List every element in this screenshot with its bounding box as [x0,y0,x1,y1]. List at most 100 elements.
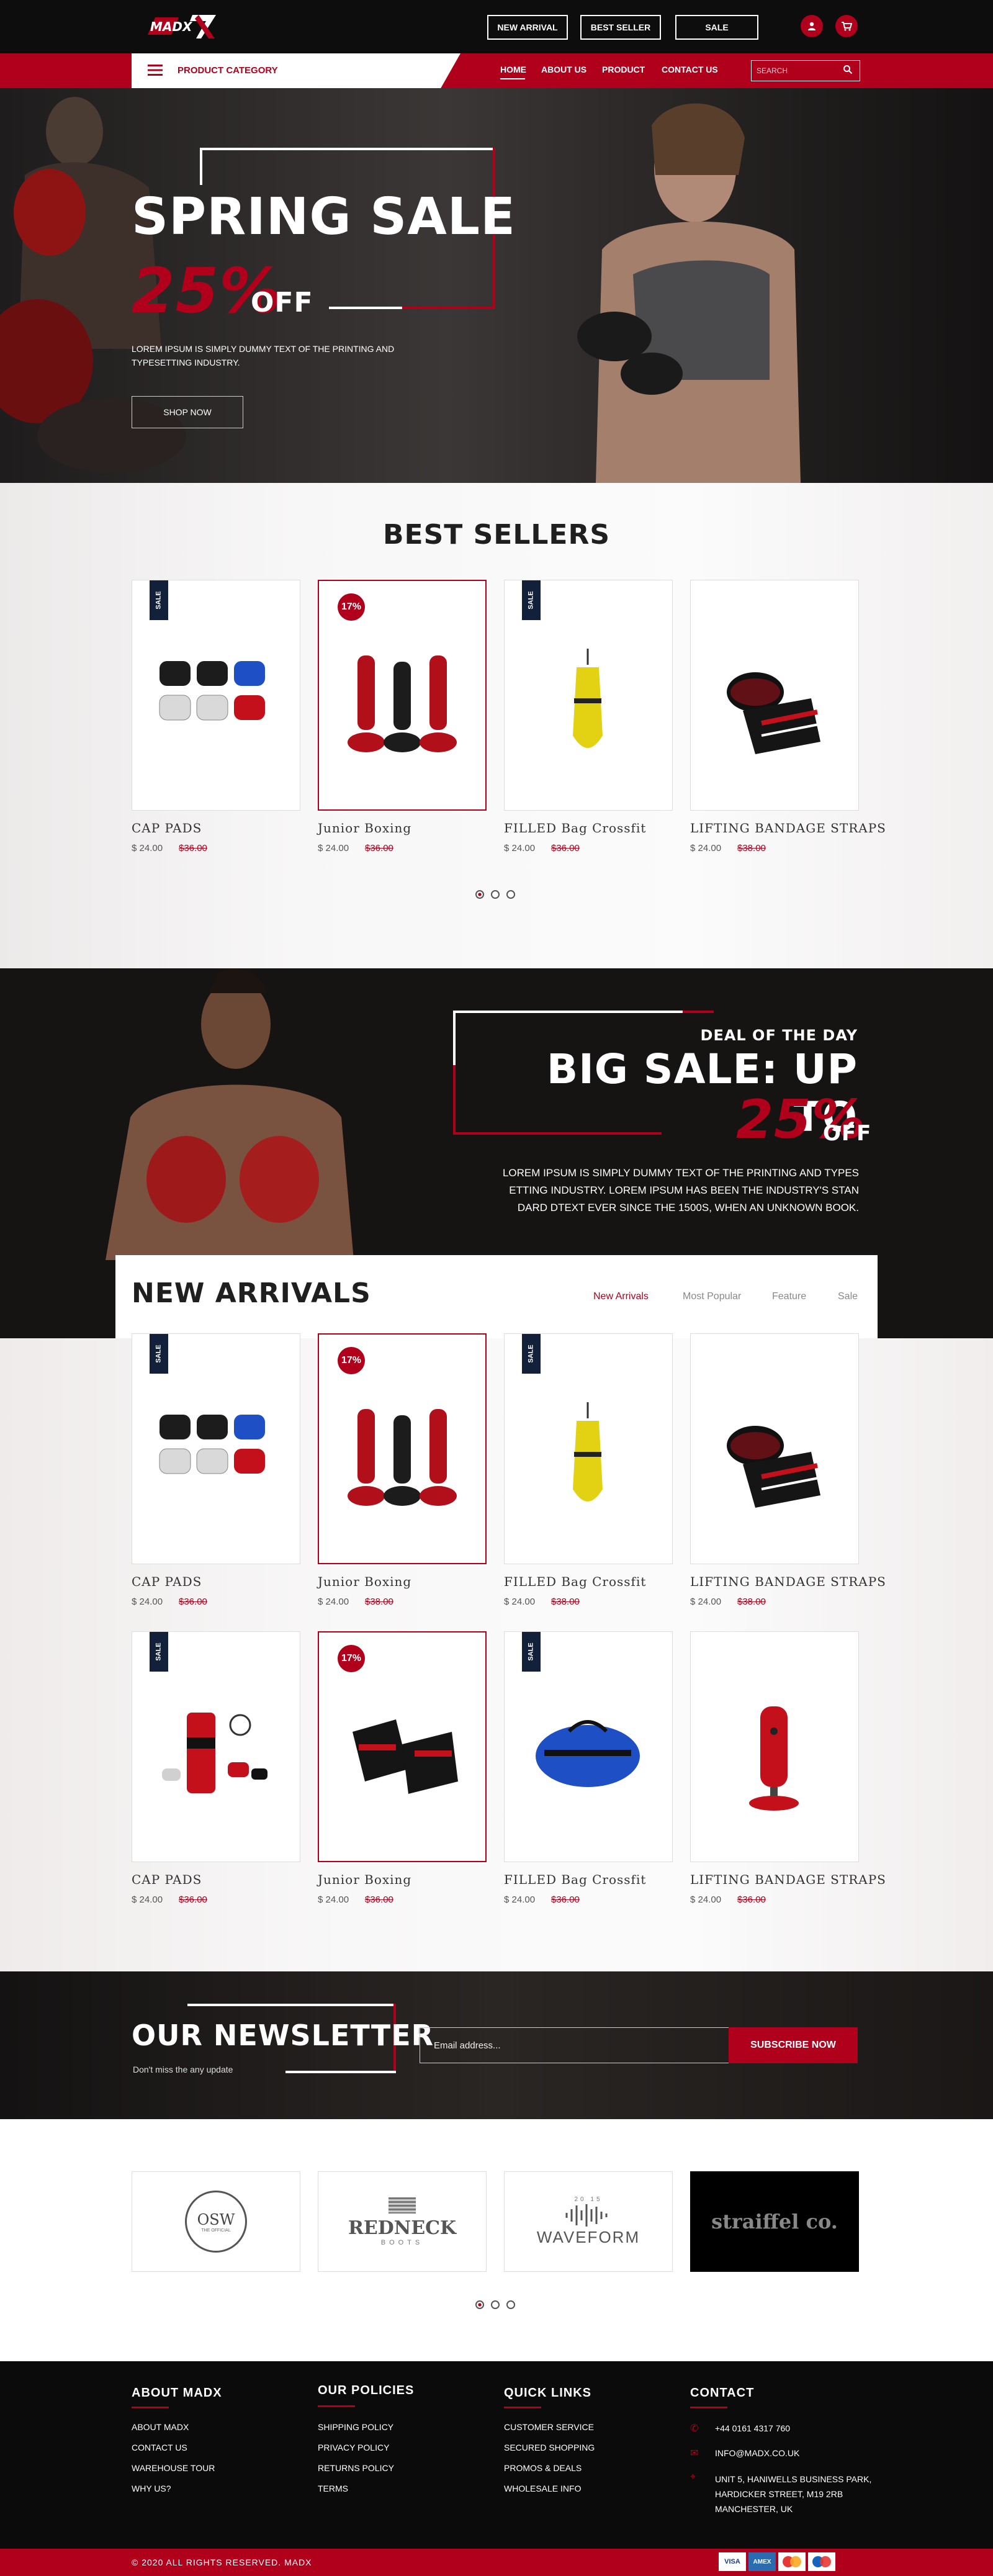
product-name[interactable]: FILLED Bag Crossfit [504,1574,646,1589]
product-name[interactable]: CAP PADS [132,821,202,835]
cart-icon[interactable] [835,15,858,37]
product-old-price: $36.00 [551,843,580,853]
nav-product[interactable]: PRODUCT [602,65,645,74]
brand-waveform-name: WAVEFORM [536,2228,640,2246]
product-image [519,1396,656,1523]
footer-link-shipping[interactable]: SHIPPING POLICY [318,2422,414,2432]
sale-button[interactable]: SALE [675,15,758,40]
product-card[interactable]: SALE [132,1631,300,1862]
hero-banner: SPRING SALE 25% OFF LOREM IPSUM IS SIMPL… [0,88,993,483]
brand-straiffel[interactable]: straiffel co. [690,2171,859,2272]
hamburger-icon[interactable] [148,64,163,79]
footer-link-returns[interactable]: RETURNS POLICY [318,2463,414,2473]
product-card[interactable] [690,1631,859,1862]
product-card[interactable]: SALE [504,580,673,811]
footer-phone[interactable]: +44 0161 4317 760 [715,2423,790,2433]
product-card[interactable]: 17% [318,580,487,811]
product-image [334,1695,470,1822]
carousel-dot-1[interactable] [475,890,484,899]
newsletter-frame-bottom [285,2071,396,2073]
product-name[interactable]: Junior Boxing [318,821,411,835]
tab-most-popular[interactable]: Most Popular [683,1291,741,1302]
footer-link-why-us[interactable]: WHY US? [132,2484,222,2493]
product-name[interactable]: LIFTING BANDAGE STRAPS [690,1872,886,1887]
brand-redneck[interactable]: REDNECK BOOTS [318,2171,487,2272]
discount-badge: 17% [338,1645,365,1672]
product-price: $ 24.00 [132,1894,163,1905]
brands-dot-2[interactable] [491,2300,500,2309]
subscribe-button[interactable]: SUBSCRIBE NOW [729,2027,858,2063]
product-name[interactable]: Junior Boxing [318,1872,411,1887]
brands-dot-1[interactable] [475,2300,484,2309]
brands-dot-3[interactable] [506,2300,515,2309]
product-name[interactable]: CAP PADS [132,1574,202,1589]
product-name[interactable]: LIFTING BANDAGE STRAPS [690,821,886,835]
deal-frame-left-red [453,1065,456,1135]
brand-redneck-sub: BOOTS [380,2238,424,2246]
product-card[interactable] [690,580,859,811]
footer-link-wholesale[interactable]: WHOLESALE INFO [504,2484,595,2493]
nav-home[interactable]: HOME [500,65,526,74]
product-name[interactable]: FILLED Bag Crossfit [504,821,646,835]
brand-straiffel-name: straiffel co. [711,2210,838,2233]
deal-frame-top-red [683,1011,714,1013]
brand-osw[interactable]: OSW THE OFFICIAL [132,2171,300,2272]
active-nav-underline [500,78,525,79]
sale-badge: SALE [150,1334,168,1374]
tab-feature[interactable]: Feature [772,1291,806,1302]
carousel-dot-2[interactable] [491,890,500,899]
footer-link-privacy[interactable]: PRIVACY POLICY [318,2443,414,2452]
product-card[interactable]: SALE [504,1631,673,1862]
footer-title-bar [318,2405,355,2407]
product-name[interactable]: LIFTING BANDAGE STRAPS [690,1574,886,1589]
product-old-price: $38.00 [737,843,766,853]
shop-now-button[interactable]: SHOP NOW [132,396,243,428]
footer-link-customer-service[interactable]: CUSTOMER SERVICE [504,2422,595,2432]
product-old-price: $38.00 [365,1596,393,1607]
user-icon[interactable] [801,15,823,37]
nav-contact-us[interactable]: CONTACT US [662,65,718,74]
product-card[interactable]: 17% [318,1631,487,1862]
product-image [334,643,470,770]
footer-email[interactable]: INFO@MADX.CO.UK [715,2448,799,2458]
nav-about-us[interactable]: ABOUT US [541,65,586,74]
email-icon: ✉ [690,2448,699,2459]
deal-text-line1: LOREM IPSUM IS SIMPLY DUMMY TEXT OF THE … [502,1167,859,1179]
product-card[interactable]: SALE [132,1333,300,1564]
footer-link-contact[interactable]: CONTACT US [132,2443,222,2452]
footer-link-terms[interactable]: TERMS [318,2484,414,2493]
product-card[interactable]: 17% [318,1333,487,1564]
new-arrivals-title: NEW ARRIVALS [132,1277,371,1309]
tab-new-arrivals[interactable]: New Arrivals [593,1291,649,1302]
carousel-dot-3[interactable] [506,890,515,899]
footer-link-about[interactable]: ABOUT MADX [132,2422,222,2432]
new-arrival-button[interactable]: NEW ARRIVAL [487,15,568,40]
brand-waveform-sub: 20 15 [574,2196,603,2203]
tab-sale[interactable]: Sale [838,1291,858,1302]
search-placeholder: SEARCH [757,66,788,75]
product-name[interactable]: Junior Boxing [318,1574,411,1589]
brand-osw-name: OSW [197,2210,235,2228]
product-card[interactable] [690,1333,859,1564]
product-card[interactable]: SALE [504,1333,673,1564]
footer-title-bar [690,2407,727,2408]
search-icon[interactable] [843,65,853,78]
footer-link-secured-shopping[interactable]: SECURED SHOPPING [504,2443,595,2452]
product-card[interactable]: SALE [132,580,300,811]
product-old-price: $36.00 [551,1894,580,1905]
product-name[interactable]: FILLED Bag Crossfit [504,1872,646,1887]
brand-waveform[interactable]: 20 15 WAVEFORM [504,2171,673,2272]
product-price: $ 24.00 [690,1596,722,1607]
product-price: $ 24.00 [132,1596,163,1607]
product-old-price: $36.00 [737,1894,766,1905]
product-name[interactable]: CAP PADS [132,1872,202,1887]
footer-address-line3: MANCHESTER, UK [715,2504,793,2514]
madx-logo[interactable]: MADX [142,10,222,42]
newsletter-subtitle: Don't miss the any update [133,2065,233,2074]
footer-link-warehouse[interactable]: WAREHOUSE TOUR [132,2463,222,2473]
best-seller-button[interactable]: BEST SELLER [580,15,661,40]
athlete-image [577,103,801,483]
copyright-text: © 2020 ALL RIGHTS RESERVED. MADX [132,2557,312,2567]
product-price: $ 24.00 [690,843,722,853]
footer-link-promos[interactable]: PROMOS & DEALS [504,2463,595,2473]
